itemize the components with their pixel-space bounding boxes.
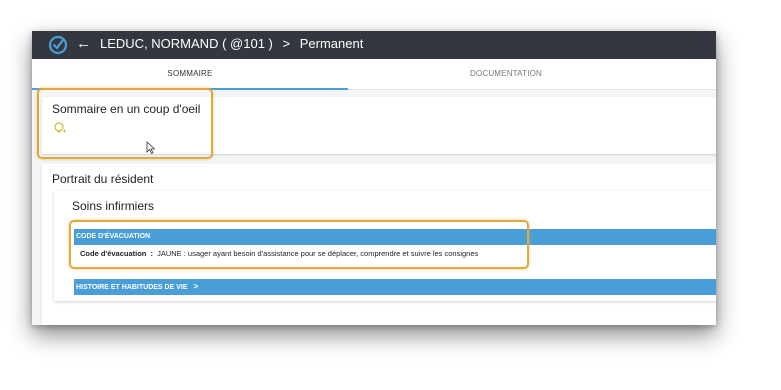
tab-documentation[interactable]: DOCUMENTATION (348, 59, 664, 89)
tab-sommaire[interactable]: SOMMAIRE (32, 59, 348, 89)
top-bar: ← LEDUC, NORMAND ( @101 ) > Permanent (32, 31, 716, 59)
highlight-evacuation (69, 220, 529, 269)
soins-title: Soins infirmiers (72, 199, 155, 213)
app-logo-icon (48, 35, 68, 55)
resident-id: ( @101 ) (222, 36, 273, 51)
chevron-right-icon: > (193, 282, 199, 291)
histoire-section-header[interactable]: HISTOIRE ET HABITUDES DE VIE > (74, 279, 716, 295)
highlight-sommaire (37, 88, 213, 159)
page-title: LEDUC, NORMAND ( @101 ) > Permanent (100, 36, 363, 51)
tab-bar: SOMMAIRE DOCUMENTATION (32, 59, 716, 90)
histoire-header-label: HISTOIRE ET HABITUDES DE VIE (76, 284, 188, 291)
portrait-title: Portrait du résident (52, 172, 154, 186)
app-window: ← LEDUC, NORMAND ( @101 ) > Permanent SO… (32, 31, 716, 325)
arrow-left-icon[interactable]: ← (76, 35, 91, 52)
resident-name: LEDUC, NORMAND (100, 36, 219, 51)
resident-status: Permanent (299, 36, 364, 51)
chevron-right-icon: > (282, 36, 291, 51)
